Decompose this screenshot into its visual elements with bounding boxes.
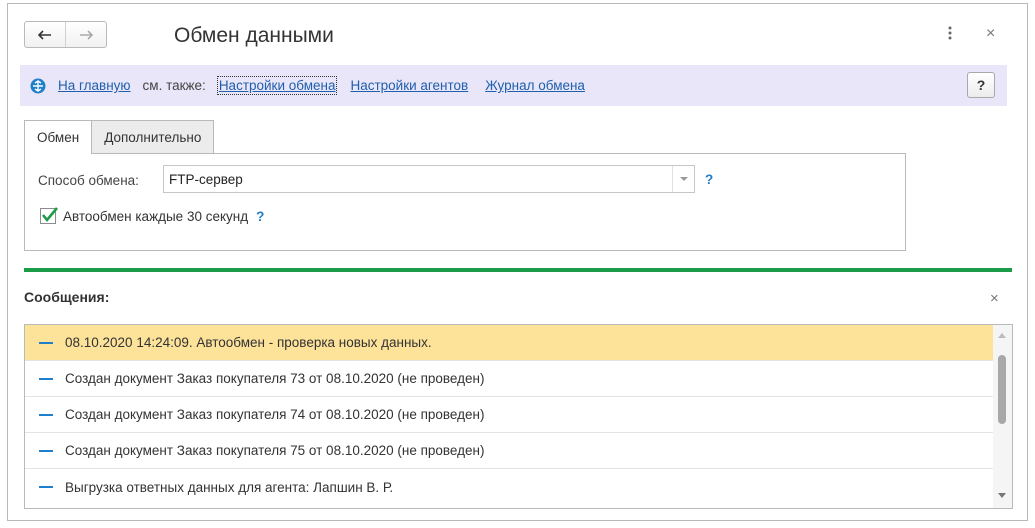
dash-icon — [39, 486, 53, 488]
tab-strip: Обмен Дополнительно — [24, 120, 215, 154]
vertical-scrollbar[interactable] — [993, 325, 1012, 508]
message-text: 08.10.2020 14:24:09. Автообмен - проверк… — [65, 335, 432, 350]
back-button[interactable] — [25, 22, 65, 47]
messages-list[interactable]: 08.10.2020 14:24:09. Автообмен - проверк… — [24, 324, 1013, 509]
exchange-settings-link[interactable]: Настройки обмена — [216, 76, 338, 95]
dropdown-button[interactable] — [672, 166, 694, 192]
command-bar: На главную см. также: Настройки обмена Н… — [20, 65, 1007, 106]
chevron-down-icon — [679, 176, 688, 181]
section-divider — [24, 268, 1012, 272]
home-link[interactable]: На главную — [58, 78, 131, 93]
message-text: Создан документ Заказ покупателя 73 от 0… — [65, 371, 485, 386]
arrow-left-icon — [38, 29, 51, 40]
message-text: Создан документ Заказ покупателя 75 от 0… — [65, 443, 485, 458]
forward-button[interactable] — [65, 22, 106, 47]
scroll-down-icon[interactable] — [998, 493, 1006, 498]
list-item[interactable]: Создан документ Заказ покупателя 74 от 0… — [25, 397, 993, 433]
dash-icon — [39, 413, 53, 416]
tab-exchange[interactable]: Обмен — [24, 120, 93, 154]
agent-settings-link[interactable]: Настройки агентов — [350, 78, 468, 93]
scrollbar-thumb[interactable] — [998, 355, 1006, 424]
scroll-up-icon[interactable] — [998, 333, 1006, 338]
more-actions-button[interactable] — [948, 26, 952, 43]
close-window-button[interactable]: × — [986, 25, 995, 43]
list-item[interactable]: 08.10.2020 14:24:09. Автообмен - проверк… — [25, 325, 993, 361]
auto-exchange-help-icon[interactable]: ? — [256, 209, 264, 224]
dash-icon — [39, 449, 53, 452]
exchange-method-label: Способ обмена: — [38, 173, 139, 188]
exchange-log-link[interactable]: Журнал обмена — [485, 78, 585, 93]
navigation-buttons — [24, 21, 107, 48]
exchange-method-help-icon[interactable]: ? — [705, 172, 713, 187]
exchange-window: Обмен данными × На главную см. также: На… — [7, 3, 1028, 521]
tab-additional[interactable]: Дополнительно — [92, 120, 215, 153]
messages-title: Сообщения: — [24, 289, 110, 305]
list-item[interactable]: Создан документ Заказ покупателя 75 от 0… — [25, 433, 993, 469]
message-text: Создан документ Заказ покупателя 74 от 0… — [65, 407, 485, 422]
auto-exchange-checkbox[interactable] — [40, 207, 58, 224]
auto-exchange-label[interactable]: Автообмен каждые 30 секунд — [63, 209, 248, 224]
page-title: Обмен данными — [174, 24, 334, 47]
close-messages-button[interactable]: × — [990, 290, 999, 307]
home-icon[interactable] — [30, 78, 46, 94]
checkmark-icon — [41, 207, 58, 223]
dash-icon — [39, 377, 53, 380]
help-button[interactable]: ? — [967, 72, 995, 98]
message-text: Выгрузка ответных данных для агента: Лап… — [65, 479, 394, 495]
list-item[interactable]: Выгрузка ответных данных для агента: Лап… — [25, 469, 993, 505]
list-item[interactable]: Создан документ Заказ покупателя 73 от 0… — [25, 361, 993, 397]
arrow-right-icon — [80, 29, 93, 40]
auto-exchange-row: Автообмен каждые 30 секунд ? — [40, 207, 264, 224]
vertical-dots-icon — [948, 26, 952, 40]
close-icon: × — [990, 290, 999, 307]
exchange-method-select[interactable]: FTP-сервер — [163, 165, 695, 193]
dash-icon — [39, 341, 53, 344]
see-also-label: см. также: — [142, 78, 206, 93]
close-icon: × — [986, 25, 996, 42]
exchange-method-value: FTP-сервер — [169, 171, 243, 187]
tab-panel-exchange: Способ обмена: FTP-сервер ? Автообмен ка… — [24, 153, 906, 251]
